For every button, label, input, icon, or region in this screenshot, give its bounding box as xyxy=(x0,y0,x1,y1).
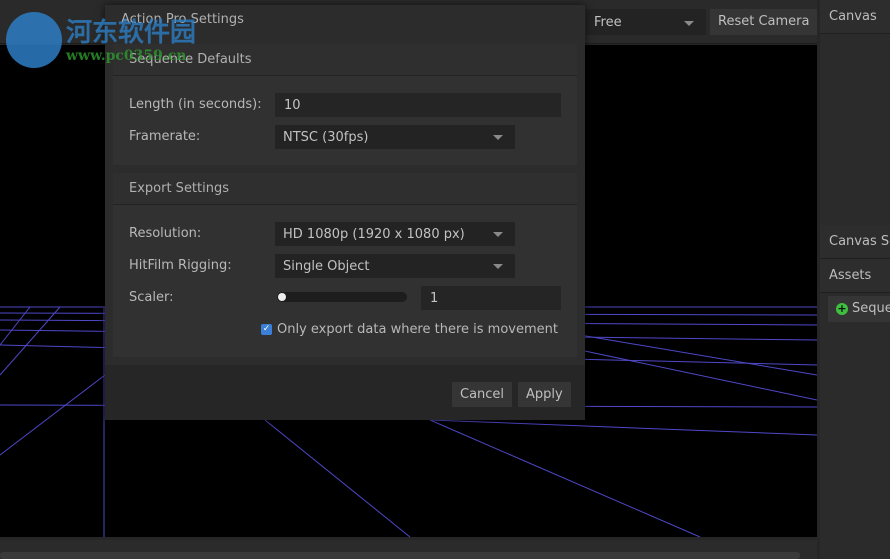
canvas-header: Canvas xyxy=(820,0,890,34)
framerate-select[interactable]: NTSC (30fps) xyxy=(275,125,515,149)
chevron-down-icon xyxy=(493,232,503,237)
dialog-footer: Cancel Apply xyxy=(105,365,585,420)
chevron-down-icon xyxy=(493,264,503,269)
timeline-bar xyxy=(0,540,817,559)
action-pro-settings-dialog: Action Pro Settings Sequence Defaults Le… xyxy=(105,5,585,420)
apply-button[interactable]: Apply xyxy=(518,382,571,407)
rigging-value: Single Object xyxy=(283,259,370,274)
resolution-value: HD 1080p (1920 x 1080 px) xyxy=(283,227,465,242)
canvas-scenes-header: Canvas Sc xyxy=(820,225,890,259)
watermark-logo xyxy=(6,12,62,68)
framerate-label: Framerate: xyxy=(129,129,201,144)
reset-camera-button[interactable]: Reset Camera xyxy=(710,9,818,35)
framerate-value: NTSC (30fps) xyxy=(283,130,369,145)
watermark-url: www.pc0359.cn xyxy=(66,48,187,64)
camera-mode-select[interactable]: Free xyxy=(586,9,706,35)
assets-header: Assets xyxy=(820,259,890,293)
sequence-label: Seque xyxy=(852,301,890,316)
camera-mode-value: Free xyxy=(594,15,622,30)
resolution-label: Resolution: xyxy=(129,226,202,241)
scaler-slider[interactable] xyxy=(277,292,407,302)
rigging-select[interactable]: Single Object xyxy=(275,254,515,278)
scaler-slider-handle[interactable] xyxy=(278,293,286,301)
resolution-select[interactable]: HD 1080p (1920 x 1080 px) xyxy=(275,222,515,246)
plus-circle-icon: + xyxy=(836,302,848,315)
length-input[interactable]: 10 xyxy=(275,93,561,117)
scaler-label: Scaler: xyxy=(129,290,174,305)
export-settings-header: Export Settings xyxy=(113,173,577,205)
cancel-button[interactable]: Cancel xyxy=(452,382,513,407)
timeline-scrollbar[interactable] xyxy=(0,552,800,559)
movement-checkbox-label: Only export data where there is movement xyxy=(277,322,558,337)
chevron-down-icon xyxy=(684,21,694,26)
right-panel: Canvas Canvas Sc Assets + Seque xyxy=(820,0,890,559)
scaler-input[interactable]: 1 xyxy=(421,286,561,310)
add-sequence-button[interactable]: + Seque xyxy=(828,296,890,322)
length-label: Length (in seconds): xyxy=(129,97,262,112)
watermark-name: 河东软件园 xyxy=(66,18,197,48)
movement-checkbox[interactable]: ✓ xyxy=(261,324,272,335)
chevron-down-icon xyxy=(493,135,503,140)
export-settings-panel: Export Settings Resolution: HD 1080p (19… xyxy=(113,173,577,357)
rigging-label: HitFilm Rigging: xyxy=(129,258,232,273)
